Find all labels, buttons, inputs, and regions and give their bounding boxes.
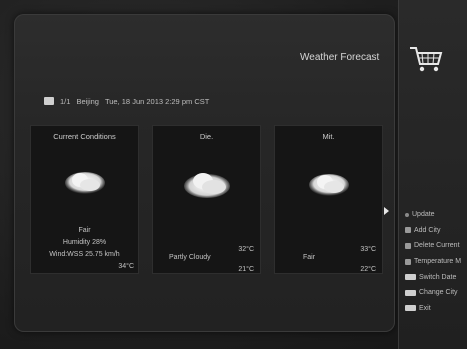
menu-item-label: Update <box>412 211 435 219</box>
location-bar: 1/1 Beijing Tue, 18 Jun 2013 2:29 pm CST <box>44 95 209 107</box>
menu-item-temperature[interactable]: Temperature M <box>405 254 467 270</box>
humidity-text: Humidity 28% <box>62 239 107 246</box>
forecast-low: 22°C <box>360 266 376 273</box>
green-key-icon <box>405 242 411 249</box>
menu-item-label: Add City <box>414 226 441 234</box>
forecast-day: Die. <box>199 132 214 141</box>
location-icon <box>44 97 54 105</box>
expand-menu-arrow-icon[interactable] <box>384 207 389 215</box>
menu-item-update[interactable]: Update <box>405 207 467 223</box>
menu-item-add-city[interactable]: Add City <box>405 223 467 239</box>
menu-item-change-city[interactable]: Change City <box>405 285 467 301</box>
current-conditions-card[interactable]: Current Conditions Fair Humidity 28% Win… <box>30 125 139 274</box>
forecast-condition: Partly Cloudy <box>169 254 211 261</box>
menu-item-label: Switch Date <box>419 273 457 281</box>
fair-weather-icon <box>64 172 105 194</box>
page-indicator: 1/1 <box>60 96 71 106</box>
card-title: Current Conditions <box>53 132 116 141</box>
menu-item-delete-current[interactable]: Delete Current <box>405 238 467 254</box>
menu-item-label: Change City <box>419 289 458 297</box>
forecast-high: 32°C <box>238 246 254 253</box>
wind-text: Wind:WSS 25.75 km/h <box>49 251 120 258</box>
options-menu: Update Add City Delete Current Temperatu… <box>405 207 467 316</box>
left-right-key-icon <box>405 274 416 281</box>
forecast-low: 21°C <box>238 266 254 273</box>
menu-item-label: Exit <box>419 304 431 312</box>
exit-key-icon <box>405 305 416 312</box>
red-key-icon <box>405 227 411 234</box>
current-temp: 34°C <box>118 263 134 270</box>
dot-icon <box>405 212 409 217</box>
page-title: Weather Forecast <box>300 52 380 63</box>
current-condition: Fair <box>78 227 91 234</box>
forecast-condition: Fair <box>303 254 316 261</box>
menu-item-label: Delete Current <box>414 242 460 250</box>
date-time: Tue, 18 Jun 2013 2:29 pm CST <box>104 96 210 106</box>
forecast-day: Mit. <box>322 132 335 141</box>
yellow-key-icon <box>405 258 411 265</box>
menu-item-switch-date[interactable]: Switch Date <box>405 269 467 285</box>
partly-cloudy-icon <box>183 173 230 198</box>
up-down-key-icon <box>405 289 416 296</box>
menu-item-label: Temperature M <box>414 258 462 266</box>
city-name: Beijing <box>76 96 99 106</box>
fair-weather-icon <box>308 174 349 196</box>
forecast-card-1[interactable]: Die. 32°C Partly Cloudy 21°C <box>152 125 261 274</box>
forecast-card-2[interactable]: Mit. 33°C Fair 22°C <box>274 125 383 274</box>
forecast-high: 33°C <box>360 246 376 253</box>
shopping-cart-icon <box>410 47 443 72</box>
menu-item-exit[interactable]: Exit <box>405 301 467 317</box>
